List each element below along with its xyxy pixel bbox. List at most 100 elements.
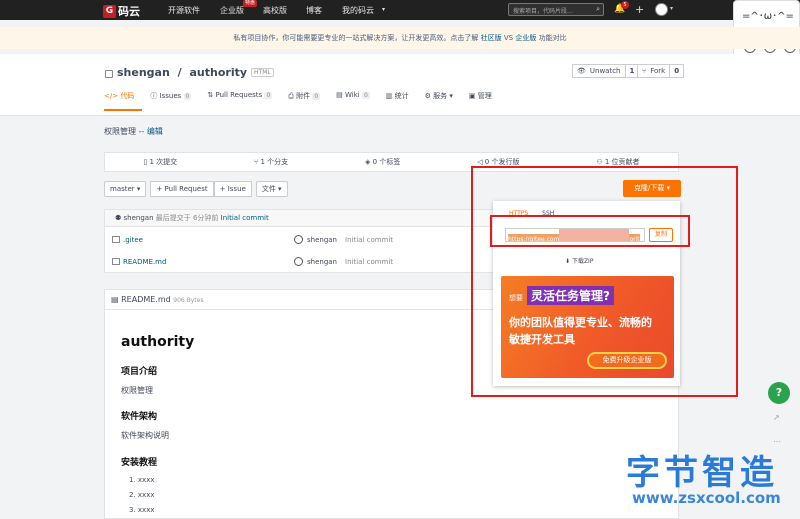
plus-icon[interactable]: + (635, 3, 644, 16)
file-name[interactable]: .gitee (123, 229, 143, 251)
commit-avatar-icon: ⚉ (115, 214, 122, 222)
tab-wiki[interactable]: ▤ Wiki 0 (336, 91, 378, 111)
tab-pull-requests[interactable]: ⇅ Pull Requests 0 (207, 91, 280, 111)
readme-section-intro: 项目介绍 (121, 367, 158, 377)
tab-stats[interactable]: ▥ 统计 (386, 91, 417, 111)
tab-services[interactable]: ⚙ 服务 ▾ (425, 91, 461, 111)
nav-enterprise[interactable]: 企业版 (220, 5, 244, 16)
tab-manage[interactable]: ▣ 管理 (469, 91, 500, 111)
notice-bar: 私有项目协作，你可能需要更专业的一站式解决方案，让开发更高效。点击了解 社区版 … (0, 27, 800, 49)
chevron-down-icon[interactable]: ▾ (670, 5, 673, 12)
share-icon[interactable]: ↗ (773, 413, 780, 422)
notice-tail: 功能对比 (538, 34, 567, 42)
readme-intro-text: 权限管理 (121, 386, 153, 395)
readme-file-icon: ▤ (111, 295, 122, 304)
nav-blog[interactable]: 博客 (306, 5, 322, 16)
stat-releases-label: 0 个发行版 (484, 158, 520, 166)
annotation-rect-outer (471, 166, 738, 397)
readme-section-architecture: 软件架构 (121, 412, 158, 422)
readme-section-install: 安装教程 (121, 458, 158, 468)
pr-issue-group: + Pull Request + Issue (150, 181, 252, 197)
file-toolbar: master ▾ + Pull Request + Issue 文件 ▾ (104, 181, 288, 197)
chevron-down-icon[interactable]: ▾ (382, 6, 385, 13)
tab-stats-label: 统计 (394, 92, 409, 100)
tab-code-label: 代码 (120, 92, 135, 100)
search-icon[interactable]: ⌕ (596, 5, 600, 14)
tab-pr-label: Pull Requests (215, 91, 263, 99)
file-icon (112, 258, 120, 265)
tab-attachments-label: 附件 (296, 92, 311, 100)
readme-title: authority (121, 334, 195, 350)
tab-attachments-count: 0 (312, 93, 321, 100)
nav-my-gitee[interactable]: 我的码云 (342, 5, 374, 16)
tab-issues-label: Issues (159, 92, 182, 100)
stat-commits[interactable]: ▯ 1 次提交 (143, 157, 177, 167)
fork-icon: ⑂ (642, 67, 647, 75)
fork-button[interactable]: ⑂ Fork 0 (637, 64, 685, 78)
notice-link-enterprise[interactable]: 企业版 (515, 34, 536, 42)
stat-tags[interactable]: ◈ 0 个标签 (365, 157, 400, 167)
repo-tabs: </> 代码 ⓘ Issues 0 ⇅ Pull Requests 0 ⎙ 附件… (104, 91, 508, 111)
cat-face-icon: =^･ω･^= (742, 11, 794, 22)
nav-open-source[interactable]: 开源软件 (168, 5, 200, 16)
avatar[interactable] (655, 3, 668, 16)
notice-link-community[interactable]: 社区版 (481, 34, 502, 42)
stat-branches[interactable]: ⑂ 1 个分支 (254, 157, 288, 167)
avatar (294, 235, 303, 244)
file-user[interactable]: shengan (307, 251, 337, 273)
issues-icon: ⓘ (150, 92, 160, 100)
notice-vs: VS (503, 34, 514, 42)
unwatch-button[interactable]: 👁 Unwatch 1 (572, 64, 640, 78)
file-menu-button[interactable]: 文件 ▾ (255, 181, 288, 197)
unwatch-label: Unwatch (589, 67, 621, 75)
branch-label: master (110, 185, 135, 193)
tab-attachments[interactable]: ⎙ 附件 0 (288, 91, 328, 111)
site-logo[interactable]: G 码云 (103, 3, 140, 19)
tab-issues[interactable]: ⓘ Issues 0 (150, 91, 199, 111)
search-input[interactable]: 搜索项目，代码片段... ⌕ (508, 3, 604, 16)
commit-time: 最后提交于 6分钟前 (155, 214, 219, 222)
commit-author[interactable]: shengan (124, 214, 154, 222)
nav-education[interactable]: 高校版 (263, 5, 287, 16)
readme-size: 906 Bytes (173, 297, 204, 304)
file-commit-message[interactable]: Initial commit (345, 251, 393, 273)
folder-icon (112, 236, 120, 243)
fork-count[interactable]: 0 (669, 65, 683, 77)
help-button[interactable]: ? (768, 382, 790, 404)
code-icon: </> (104, 92, 121, 100)
file-user[interactable]: shengan (307, 229, 337, 251)
file-name[interactable]: README.md (123, 251, 166, 273)
top-navbar: G 码云 开源软件 企业版 特惠 高校版 博客 我的码云 ▾ 搜索项目，代码片段… (0, 0, 800, 20)
edit-description-link[interactable]: 编辑 (147, 127, 163, 136)
repo-description: 权限管理 -- 编辑 (104, 126, 163, 137)
tab-wiki-label: Wiki (345, 91, 360, 99)
branch-select[interactable]: master ▾ (104, 181, 147, 197)
new-issue-button[interactable]: + Issue (213, 181, 252, 197)
readme-architecture-text: 软件架构说明 (121, 431, 169, 440)
notice-text: 私有项目协作，你可能需要更专业的一站式解决方案，让开发更高效。点击了解 (233, 34, 479, 42)
stat-tags-label: 0 个标签 (372, 158, 401, 166)
watermark: 字节智造 www.zsxcool.com (618, 445, 800, 513)
new-pull-request-button[interactable]: + Pull Request (150, 181, 214, 197)
language-tag: HTML (251, 68, 274, 77)
commit-message[interactable]: Initial commit (221, 214, 269, 222)
repo-owner[interactable]: shengan (117, 66, 170, 79)
description-text: 权限管理 -- (104, 127, 145, 136)
tab-manage-label: 管理 (477, 92, 492, 100)
repo-name[interactable]: authority (190, 66, 248, 79)
avatar (294, 257, 303, 266)
file-commit-message[interactable]: Initial commit (345, 229, 393, 251)
release-icon: ◁ (477, 158, 485, 166)
site-logo-text: 码云 (118, 5, 140, 18)
tab-pr-count: 0 (264, 92, 273, 99)
repo-separator: / (173, 66, 186, 79)
fork-label: Fork (650, 67, 666, 75)
gitee-logo-icon: G (103, 4, 116, 18)
notification-badge: 5 (621, 1, 629, 9)
watermark-chinese: 字节智造 (626, 453, 778, 493)
attachment-icon: ⎙ (288, 92, 297, 100)
file-menu-label: 文件 (261, 185, 276, 193)
wiki-icon: ▤ (336, 91, 345, 99)
repo-title: shengan / authority HTML (105, 66, 274, 79)
tab-code[interactable]: </> 代码 (104, 91, 143, 111)
